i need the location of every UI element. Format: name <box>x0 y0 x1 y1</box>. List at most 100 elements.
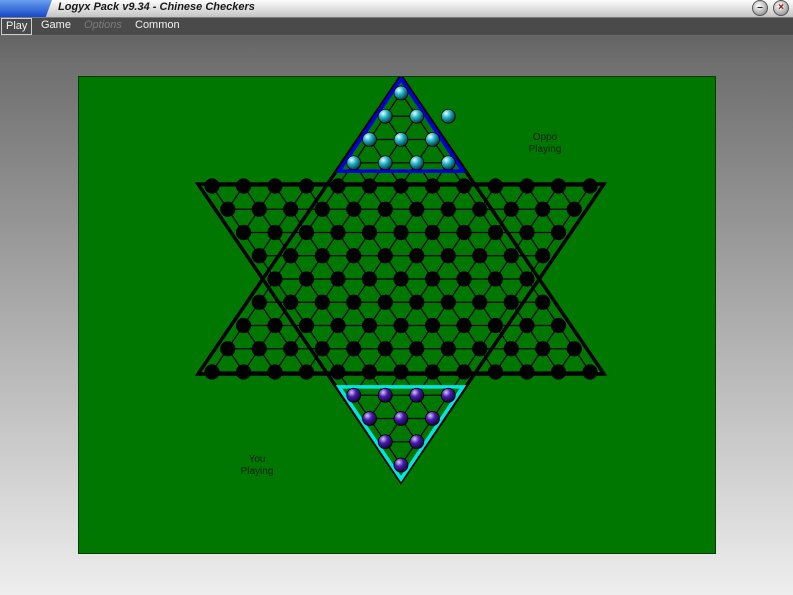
player-marble <box>346 387 362 403</box>
board-hole <box>550 178 567 194</box>
board-hole <box>267 317 283 334</box>
player-name: You <box>248 454 266 465</box>
board-hole <box>440 248 456 264</box>
board-hole <box>535 294 551 310</box>
board-hole <box>393 224 409 241</box>
board-hole <box>220 201 236 217</box>
board-hole <box>487 271 504 287</box>
board-hole <box>330 224 346 241</box>
board-hole <box>314 341 330 357</box>
board-hole <box>566 341 582 357</box>
board-hole <box>456 224 472 241</box>
board-hole <box>487 364 504 380</box>
board-hole <box>424 364 441 380</box>
board-hole <box>519 317 535 334</box>
menu-common[interactable]: Common <box>131 18 184 33</box>
player-marble <box>393 457 409 473</box>
minimize-button[interactable]: – <box>752 0 768 16</box>
board-hole <box>535 201 551 217</box>
title-bar: Logyx Pack v9.34 - Chinese Checkers – × <box>0 0 793 18</box>
board-hole <box>251 341 267 357</box>
board-hole <box>456 364 472 380</box>
board-hole <box>503 248 519 264</box>
board-hole <box>283 341 299 357</box>
board-hole <box>503 201 519 217</box>
board-hole <box>550 224 567 241</box>
board-hole <box>298 271 315 287</box>
opponent-marble <box>377 155 393 171</box>
board-hole <box>361 317 378 334</box>
player-status: You Playing <box>222 454 292 478</box>
board-hole <box>298 224 315 241</box>
player-marble <box>440 387 456 403</box>
checkers-board[interactable] <box>79 77 715 553</box>
board-hole <box>519 224 535 241</box>
board-hole <box>346 341 362 357</box>
board-hole <box>220 341 236 357</box>
player-marble <box>409 387 425 403</box>
player-marble <box>377 434 393 450</box>
opponent-status: Oppo Playing <box>510 132 580 156</box>
board-hole <box>409 294 425 310</box>
board-hole <box>393 271 409 287</box>
board-hole <box>346 248 362 264</box>
player-marble <box>425 411 440 426</box>
minimize-icon: – <box>757 2 763 13</box>
menu-game[interactable]: Game <box>37 18 75 33</box>
board-hole <box>440 341 456 357</box>
board-hole <box>330 364 346 380</box>
board-hole <box>519 178 535 194</box>
board-hole <box>535 248 551 264</box>
board-hole <box>393 178 409 194</box>
board-hole <box>440 201 456 217</box>
board-hole <box>283 201 299 217</box>
opponent-marble <box>362 132 377 147</box>
close-button[interactable]: × <box>773 0 789 16</box>
board-hole <box>456 178 472 194</box>
board-hole <box>487 224 504 241</box>
title-bar-accent <box>0 0 52 17</box>
board-hole <box>440 294 456 310</box>
board-hole <box>346 294 362 310</box>
board-hole <box>424 271 441 287</box>
board-hole <box>267 178 283 194</box>
board-hole <box>361 271 378 287</box>
board-hole <box>582 364 598 380</box>
board-hole <box>235 178 252 194</box>
opponent-marble <box>393 132 409 147</box>
board-hole <box>503 341 519 357</box>
board-hole <box>409 341 425 357</box>
board-hole <box>377 248 393 264</box>
menu-play[interactable]: Play <box>1 18 33 35</box>
opponent-marble <box>440 155 456 171</box>
board-hole <box>204 364 220 380</box>
board-hole <box>298 317 315 334</box>
board-hole <box>409 248 425 264</box>
board-hole <box>409 201 425 217</box>
board-hole <box>314 201 330 217</box>
board-hole <box>424 317 441 334</box>
board-hole <box>393 364 409 380</box>
board-hole <box>298 178 315 194</box>
board-hole <box>314 248 330 264</box>
board-hole <box>267 364 283 380</box>
board-hole <box>267 271 283 287</box>
opponent-marble <box>425 132 440 147</box>
board-hole <box>503 294 519 310</box>
player-marble <box>362 411 377 426</box>
board-hole <box>251 248 267 264</box>
board-hole <box>472 294 488 310</box>
board-hole <box>298 364 315 380</box>
menu-options[interactable]: Options <box>80 18 126 33</box>
board-hole <box>424 224 441 241</box>
board-hole <box>519 364 535 380</box>
board-hole <box>566 201 582 217</box>
game-board[interactable]: Oppo Playing You Playing <box>78 76 716 554</box>
window-title: Logyx Pack v9.34 - Chinese Checkers <box>58 1 255 13</box>
opponent-marble <box>393 85 409 101</box>
board-hole <box>330 178 346 194</box>
opponent-marble <box>377 108 393 124</box>
board-hole <box>472 201 488 217</box>
player-state: Playing <box>240 466 274 477</box>
player-marble <box>393 411 409 426</box>
